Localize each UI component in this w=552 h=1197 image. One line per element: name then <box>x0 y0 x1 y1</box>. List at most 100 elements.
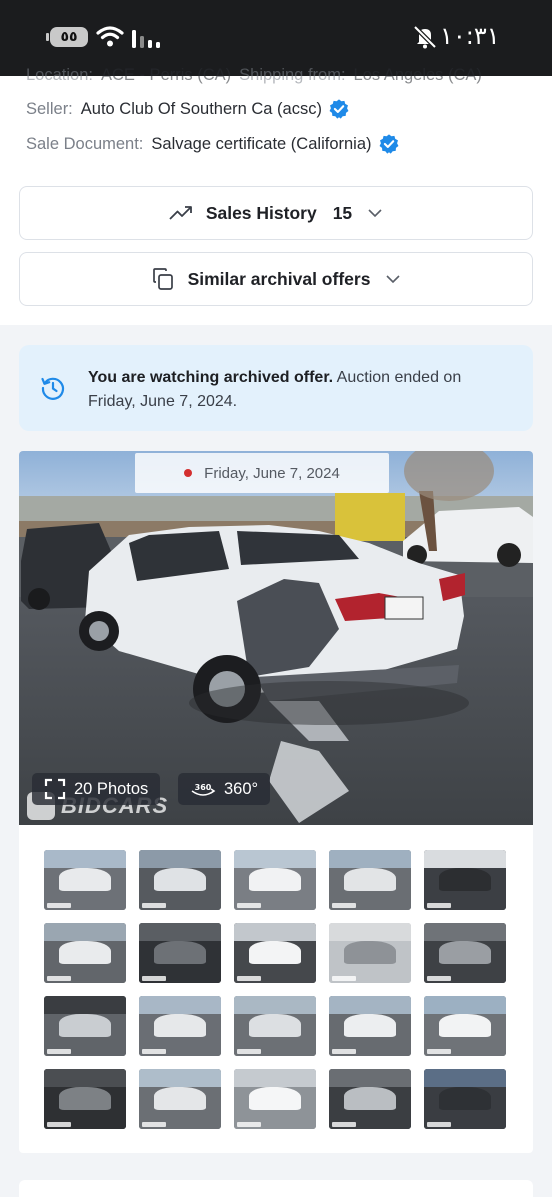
thumbnail-subject <box>153 868 207 891</box>
gallery-thumbnail[interactable] <box>424 996 506 1056</box>
thumbnail-watermark <box>237 1122 261 1127</box>
thumbnail-background <box>329 996 411 1014</box>
rotate-360-icon-text: 360 <box>195 783 212 792</box>
verified-badge-icon <box>329 99 349 119</box>
thumbnail-background <box>139 996 221 1014</box>
photo-gallery: Friday, June 7, 2024 BIDCARS 20 Photos 3… <box>19 451 533 1153</box>
thumbnail-subject <box>343 1014 397 1037</box>
notice-bold-text: You are watching archived offer. <box>88 369 334 386</box>
thumbnail-background <box>44 923 126 941</box>
gallery-thumbnail[interactable] <box>44 1069 126 1129</box>
thumbnail-watermark <box>427 903 451 908</box>
gallery-thumbnail[interactable] <box>234 996 316 1056</box>
next-section-card <box>19 1180 533 1197</box>
thumbnail-subject <box>153 1014 207 1037</box>
thumbnail-subject <box>58 941 112 964</box>
thumbnail-background <box>424 1069 506 1087</box>
clock: ١٠:٣١ <box>440 22 500 50</box>
thumbnail-subject <box>343 1087 397 1110</box>
gallery-thumbnail[interactable] <box>329 850 411 910</box>
thumbnail-subject <box>248 868 302 891</box>
thumbnail-background <box>234 996 316 1014</box>
gallery-thumbnail[interactable] <box>234 923 316 983</box>
thumbnail-subject <box>438 941 492 964</box>
shipping-value: Los Angeles (CA) <box>353 66 482 84</box>
photos-count-button[interactable]: 20 Photos <box>32 773 161 805</box>
verified-badge-icon <box>379 134 398 154</box>
thumbnail-watermark <box>427 1122 451 1127</box>
gallery-thumbnail[interactable] <box>139 923 221 983</box>
thumbnail-subject <box>248 1014 302 1037</box>
thumbnail-subject <box>248 941 302 964</box>
gallery-thumbnail[interactable] <box>139 850 221 910</box>
thumbnail-background <box>234 1069 316 1087</box>
thumbnail-subject <box>153 941 207 964</box>
thumbnail-watermark <box>237 1049 261 1054</box>
damaged-car-photo <box>19 451 533 825</box>
location-label: Location: <box>26 66 93 84</box>
archived-offer-notice: You are watching archived offer. Auction… <box>19 345 533 431</box>
thumbnail-subject <box>438 1087 492 1110</box>
auction-date: Friday, June 7, 2024 <box>204 464 340 482</box>
thumbnail-background <box>329 923 411 941</box>
sales-history-count: 15 <box>332 202 353 223</box>
thumbnail-background <box>44 850 126 868</box>
gallery-thumbnail[interactable] <box>139 1069 221 1129</box>
thumbnail-background <box>139 1069 221 1087</box>
wifi-icon <box>96 26 124 47</box>
thumbnail-subject <box>248 1087 302 1110</box>
gallery-thumbnail[interactable] <box>329 996 411 1056</box>
gallery-thumbnail[interactable] <box>234 850 316 910</box>
gallery-thumbnail[interactable] <box>329 1069 411 1129</box>
thumbnail-watermark <box>47 976 71 981</box>
shipping-label: Shipping from: <box>239 66 346 84</box>
battery-icon: ٥٥ <box>46 27 88 47</box>
sales-history-button[interactable]: Sales History 15 <box>19 186 533 240</box>
gallery-thumbnail[interactable] <box>424 923 506 983</box>
lot-info-section: Location: ACE - Perris (CA) Shipping fro… <box>0 66 552 325</box>
thumbnail-subject <box>343 941 397 964</box>
similar-offers-button[interactable]: Similar archival offers <box>19 252 533 306</box>
main-photo[interactable]: Friday, June 7, 2024 BIDCARS 20 Photos 3… <box>19 451 533 825</box>
thumbnail-background <box>139 923 221 941</box>
thumbnail-watermark <box>332 976 356 981</box>
thumbnail-background <box>329 850 411 868</box>
trending-up-icon <box>169 206 192 220</box>
chevron-down-icon <box>368 209 382 218</box>
gallery-thumbnail[interactable] <box>44 996 126 1056</box>
thumbnail-grid <box>44 850 506 1129</box>
sale-document-label: Sale Document: <box>26 134 144 153</box>
thumbnail-watermark <box>332 1122 356 1127</box>
rotate-360-icon: 360 <box>191 783 216 796</box>
thumbnail-watermark <box>142 976 166 981</box>
thumbnail-subject <box>58 868 112 891</box>
gallery-thumbnail[interactable] <box>424 850 506 910</box>
view-360-label: 360° <box>224 779 259 798</box>
thumbnail-background <box>44 1069 126 1087</box>
location-value: ACE - Perris (CA) <box>100 66 232 84</box>
thumbnail-subject <box>153 1087 207 1110</box>
thumbnail-background <box>139 850 221 868</box>
gallery-thumbnail[interactable] <box>329 923 411 983</box>
thumbnail-subject <box>58 1087 112 1110</box>
gallery-thumbnail[interactable] <box>424 1069 506 1129</box>
thumbnail-background <box>424 923 506 941</box>
gallery-thumbnail[interactable] <box>44 850 126 910</box>
copy-icon <box>152 268 173 290</box>
view-360-button[interactable]: 360 360° <box>178 773 271 805</box>
gallery-thumbnail[interactable] <box>44 923 126 983</box>
thumbnail-background <box>329 1069 411 1087</box>
gallery-thumbnail[interactable] <box>234 1069 316 1129</box>
sale-document-value: Salvage certificate (California) <box>151 134 372 153</box>
seller-row: Seller: Auto Club Of Southern Ca (acsc) <box>26 98 350 120</box>
live-dot-icon <box>184 469 193 477</box>
gallery-thumbnail[interactable] <box>139 996 221 1056</box>
fullscreen-icon <box>44 778 66 800</box>
thumbnail-subject <box>438 1014 492 1037</box>
status-bar: ٥٥ ١٠:٣١ <box>0 0 552 76</box>
thumbnail-subject <box>343 868 397 891</box>
notice-text: You are watching archived offer. Auction… <box>88 366 508 414</box>
thumbnail-watermark <box>332 903 356 908</box>
thumbnail-watermark <box>427 976 451 981</box>
chevron-down-icon <box>386 275 401 284</box>
